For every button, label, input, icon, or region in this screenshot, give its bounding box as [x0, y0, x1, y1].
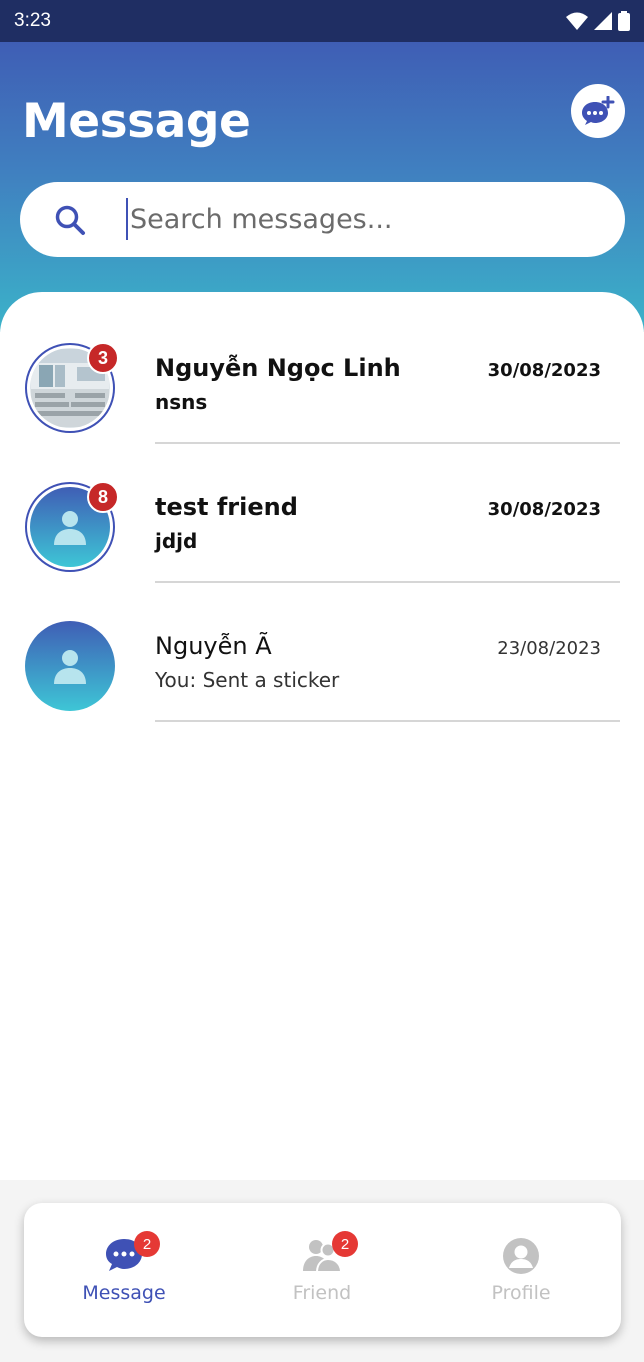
- avatar: [25, 621, 115, 711]
- nav-badge: 2: [332, 1231, 358, 1257]
- contact-name: Nguyễn Ngọc Linh: [155, 354, 401, 382]
- contact-name: Nguyễn Ã: [155, 632, 272, 660]
- bottom-area: 2 Message 2 Friend Profile: [0, 1180, 644, 1362]
- status-icons: [566, 11, 630, 31]
- avatar-container: 8: [25, 481, 119, 572]
- nav-item-friend[interactable]: 2 Friend: [252, 1231, 392, 1304]
- message-preview: You: Sent a sticker: [155, 668, 340, 692]
- nav-item-message[interactable]: 2 Message: [54, 1231, 194, 1304]
- search-bar[interactable]: [20, 182, 625, 257]
- wifi-icon: [566, 12, 588, 30]
- message-date: 30/08/2023: [487, 499, 601, 520]
- avatar-container: 3: [25, 342, 119, 433]
- page-title: Message: [22, 94, 251, 149]
- search-icon: [55, 205, 85, 235]
- message-preview: jdjd: [155, 529, 198, 553]
- message-preview: nsns: [155, 390, 208, 414]
- signal-icon: [594, 12, 612, 30]
- battery-icon: [618, 11, 630, 31]
- status-time: 3:23: [14, 10, 51, 31]
- default-user-icon: [54, 650, 86, 684]
- divider: [155, 720, 620, 722]
- conversation-row[interactable]: Nguyễn Ã 23/08/2023 You: Sent a sticker: [0, 570, 644, 722]
- new-message-button[interactable]: [571, 84, 625, 138]
- conversation-row[interactable]: 8 test friend 30/08/2023 jdjd: [0, 431, 644, 583]
- default-user-icon: [54, 511, 86, 545]
- new-chat-icon: [582, 96, 615, 125]
- conversation-row[interactable]: 3 Nguyễn Ngọc Linh 30/08/2023 nsns: [0, 292, 644, 444]
- message-date: 23/08/2023: [497, 638, 601, 659]
- nav-item-profile[interactable]: Profile: [451, 1237, 591, 1304]
- nav-label: Profile: [491, 1282, 551, 1304]
- profile-icon: [503, 1238, 539, 1274]
- bottom-nav: 2 Message 2 Friend Profile: [24, 1203, 621, 1337]
- nav-label: Message: [82, 1282, 166, 1304]
- contact-name: test friend: [155, 493, 298, 521]
- search-input[interactable]: [126, 198, 596, 240]
- status-bar: 3:23: [0, 0, 644, 42]
- unread-badge: 8: [87, 481, 119, 513]
- conversation-list: 3 Nguyễn Ngọc Linh 30/08/2023 nsns 8 tes…: [0, 292, 644, 1180]
- message-date: 30/08/2023: [487, 360, 601, 381]
- nav-badge: 2: [134, 1231, 160, 1257]
- nav-label: Friend: [292, 1282, 352, 1304]
- unread-badge: 3: [87, 342, 119, 374]
- header: Message: [0, 42, 644, 332]
- avatar-container: [25, 621, 115, 711]
